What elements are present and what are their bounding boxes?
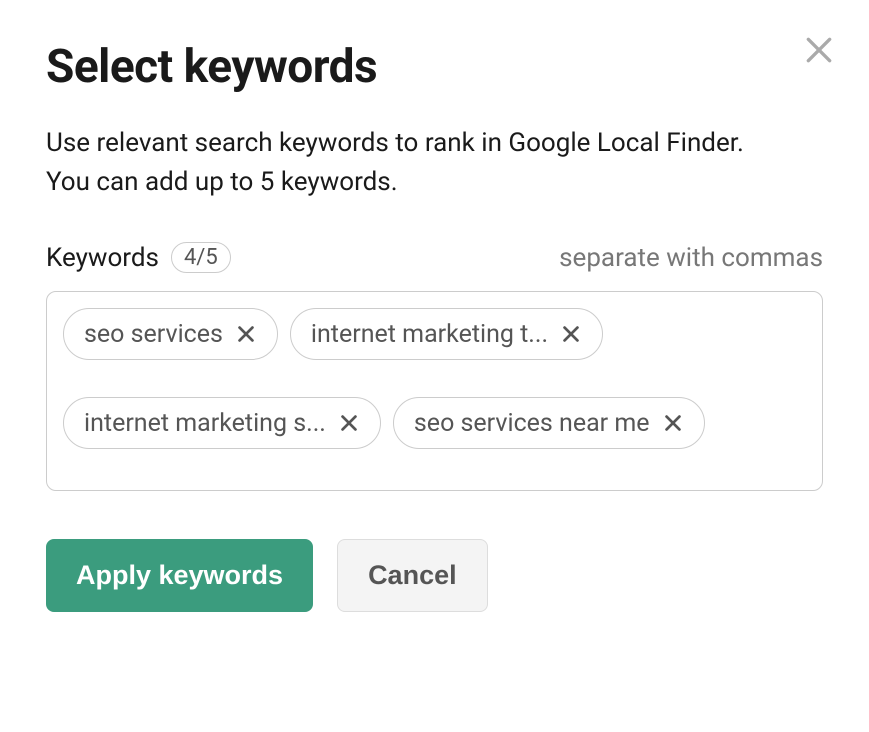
remove-icon[interactable] [560,323,582,345]
chip-label: internet marketing s... [84,409,326,438]
modal-description: Use relevant search keywords to rank in … [46,124,823,202]
select-keywords-modal: Select keywords Use relevant search keyw… [0,0,869,652]
modal-title: Select keywords [46,40,823,94]
keywords-count-badge: 4/5 [171,242,231,273]
chip-label: internet marketing t... [311,320,548,349]
keyword-chip: internet marketing t... [290,308,603,360]
keyword-chip: internet marketing s... [63,397,381,449]
modal-actions: Apply keywords Cancel [46,539,823,612]
chip-label: seo services [84,320,223,349]
remove-icon[interactable] [235,323,257,345]
keywords-input-box[interactable]: seo services internet marketing t... int… [46,291,823,491]
description-line-2: You can add up to 5 keywords. [46,167,398,197]
chip-label: seo services near me [414,409,650,438]
keywords-label: Keywords [46,243,159,273]
remove-icon[interactable] [338,412,360,434]
apply-keywords-button[interactable]: Apply keywords [46,539,313,612]
keyword-chip: seo services [63,308,278,360]
cancel-button[interactable]: Cancel [337,539,488,612]
keywords-header: Keywords 4/5 separate with commas [46,242,823,273]
description-line-1: Use relevant search keywords to rank in … [46,128,744,158]
remove-icon[interactable] [662,412,684,434]
keywords-label-wrap: Keywords 4/5 [46,242,231,273]
keyword-chip: seo services near me [393,397,705,449]
keywords-hint: separate with commas [559,243,823,273]
close-icon[interactable] [801,32,837,68]
